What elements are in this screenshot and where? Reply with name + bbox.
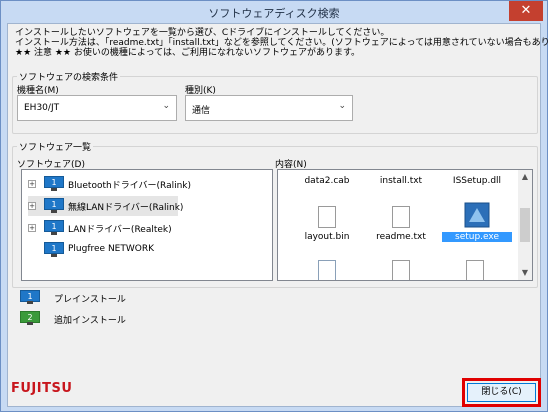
expand-icon[interactable]: + (28, 224, 36, 232)
tree-item-label: 無線LANドライバー(Ralink) (68, 203, 184, 213)
scroll-up-icon[interactable]: ▲ (518, 170, 532, 184)
file-doc-icon (318, 206, 336, 228)
file-item-issetup-dll[interactable]: ISSetup.dll (442, 176, 512, 186)
monitor-icon: 1 (44, 220, 64, 235)
monitor-icon: 1 (44, 176, 64, 191)
file-settings-icon (318, 260, 336, 280)
tree-item-lan[interactable]: + 1 LANドライバー(Realtek) (28, 218, 178, 238)
model-select[interactable]: EH30/JT ⌄ (17, 95, 177, 121)
model-value: EH30/JT (24, 103, 60, 113)
tree-item-label: Plugfree NETWORK (68, 244, 155, 254)
search-window: ソフトウェアディスク検索 ✕ インストールしたいソフトウェアを一覧から選び、Cド… (0, 0, 548, 412)
chevron-down-icon: ⌄ (338, 101, 346, 111)
file-doc-icon (466, 260, 484, 280)
tree-item-plugfree[interactable]: 1 Plugfree NETWORK (28, 240, 178, 260)
kind-select[interactable]: 通信 ⌄ (185, 95, 353, 121)
scroll-down-icon[interactable]: ▼ (518, 266, 532, 280)
file-text-icon (392, 260, 410, 280)
expand-icon[interactable]: + (28, 202, 36, 210)
title-bar: ソフトウェアディスク検索 ✕ (1, 1, 547, 23)
search-conditions-title: ソフトウェアの検索条件 (17, 70, 121, 83)
setup-exe-icon (464, 202, 490, 228)
monitor-icon: 1 (44, 198, 64, 213)
chevron-down-icon: ⌄ (162, 101, 170, 111)
search-conditions-group: ソフトウェアの検索条件 機種名(M) EH30/JT ⌄ 種別(K) 通信 ⌄ (12, 70, 538, 134)
kind-value: 通信 (192, 106, 211, 116)
badge-number: 1 (51, 178, 56, 187)
file-item-readme-txt[interactable]: readme.txt (366, 232, 436, 242)
window-close-button[interactable]: ✕ (509, 1, 543, 21)
tree-item-label: Bluetoothドライバー(Ralink) (68, 181, 192, 191)
file-text-icon (392, 206, 410, 228)
legend-label: プレインストール (54, 295, 126, 305)
scroll-thumb[interactable] (520, 208, 530, 242)
badge-number: 2 (27, 313, 32, 322)
tree-item-wireless-lan[interactable]: + 1 無線LANドライバー(Ralink) (28, 196, 183, 216)
software-tree[interactable]: + 1 Bluetoothドライバー(Ralink) + 1 無線LANドライバ… (21, 169, 273, 281)
info-text-line3: ★★ 注意 ★★ お使いの機種によっては、ご利用になれないソフトウェアがあります… (15, 48, 361, 58)
tree-item-label: LANドライバー(Realtek) (68, 225, 172, 235)
badge-number: 1 (27, 292, 32, 301)
monitor-icon: 1 (20, 290, 40, 304)
legend-label: 追加インストール (54, 316, 126, 326)
tree-item-bluetooth[interactable]: + 1 Bluetoothドライバー(Ralink) (28, 174, 191, 194)
file-item-setup-exe[interactable]: setup.exe (442, 232, 512, 242)
file-item-install-txt[interactable]: install.txt (366, 176, 436, 186)
badge-number: 1 (51, 200, 56, 209)
expand-icon[interactable]: + (28, 180, 36, 188)
monitor-icon: 2 (20, 311, 40, 325)
close-button[interactable]: 閉じる(C) (467, 383, 536, 402)
badge-number: 1 (51, 244, 56, 253)
badge-number: 1 (51, 222, 56, 231)
monitor-icon: 1 (44, 242, 64, 257)
file-item-data2-cab[interactable]: data2.cab (292, 176, 362, 186)
software-list-group: ソフトウェア一覧 ソフトウェア(D) 内容(N) + 1 Bluetoothドラ… (12, 140, 538, 288)
file-item-layout-bin[interactable]: layout.bin (292, 232, 362, 242)
contents-view[interactable]: data2.cab install.txt ISSetup.dll layout… (277, 169, 533, 281)
software-list-title: ソフトウェア一覧 (17, 140, 94, 153)
window-title: ソフトウェアディスク検索 (208, 7, 340, 20)
client-area: インストールしたいソフトウェアを一覧から選び、Cドライブにインストールしてくださ… (7, 23, 548, 407)
contents-scrollbar[interactable]: ▲ ▼ (518, 170, 532, 280)
fujitsu-logo: FUJITSU (11, 381, 73, 396)
